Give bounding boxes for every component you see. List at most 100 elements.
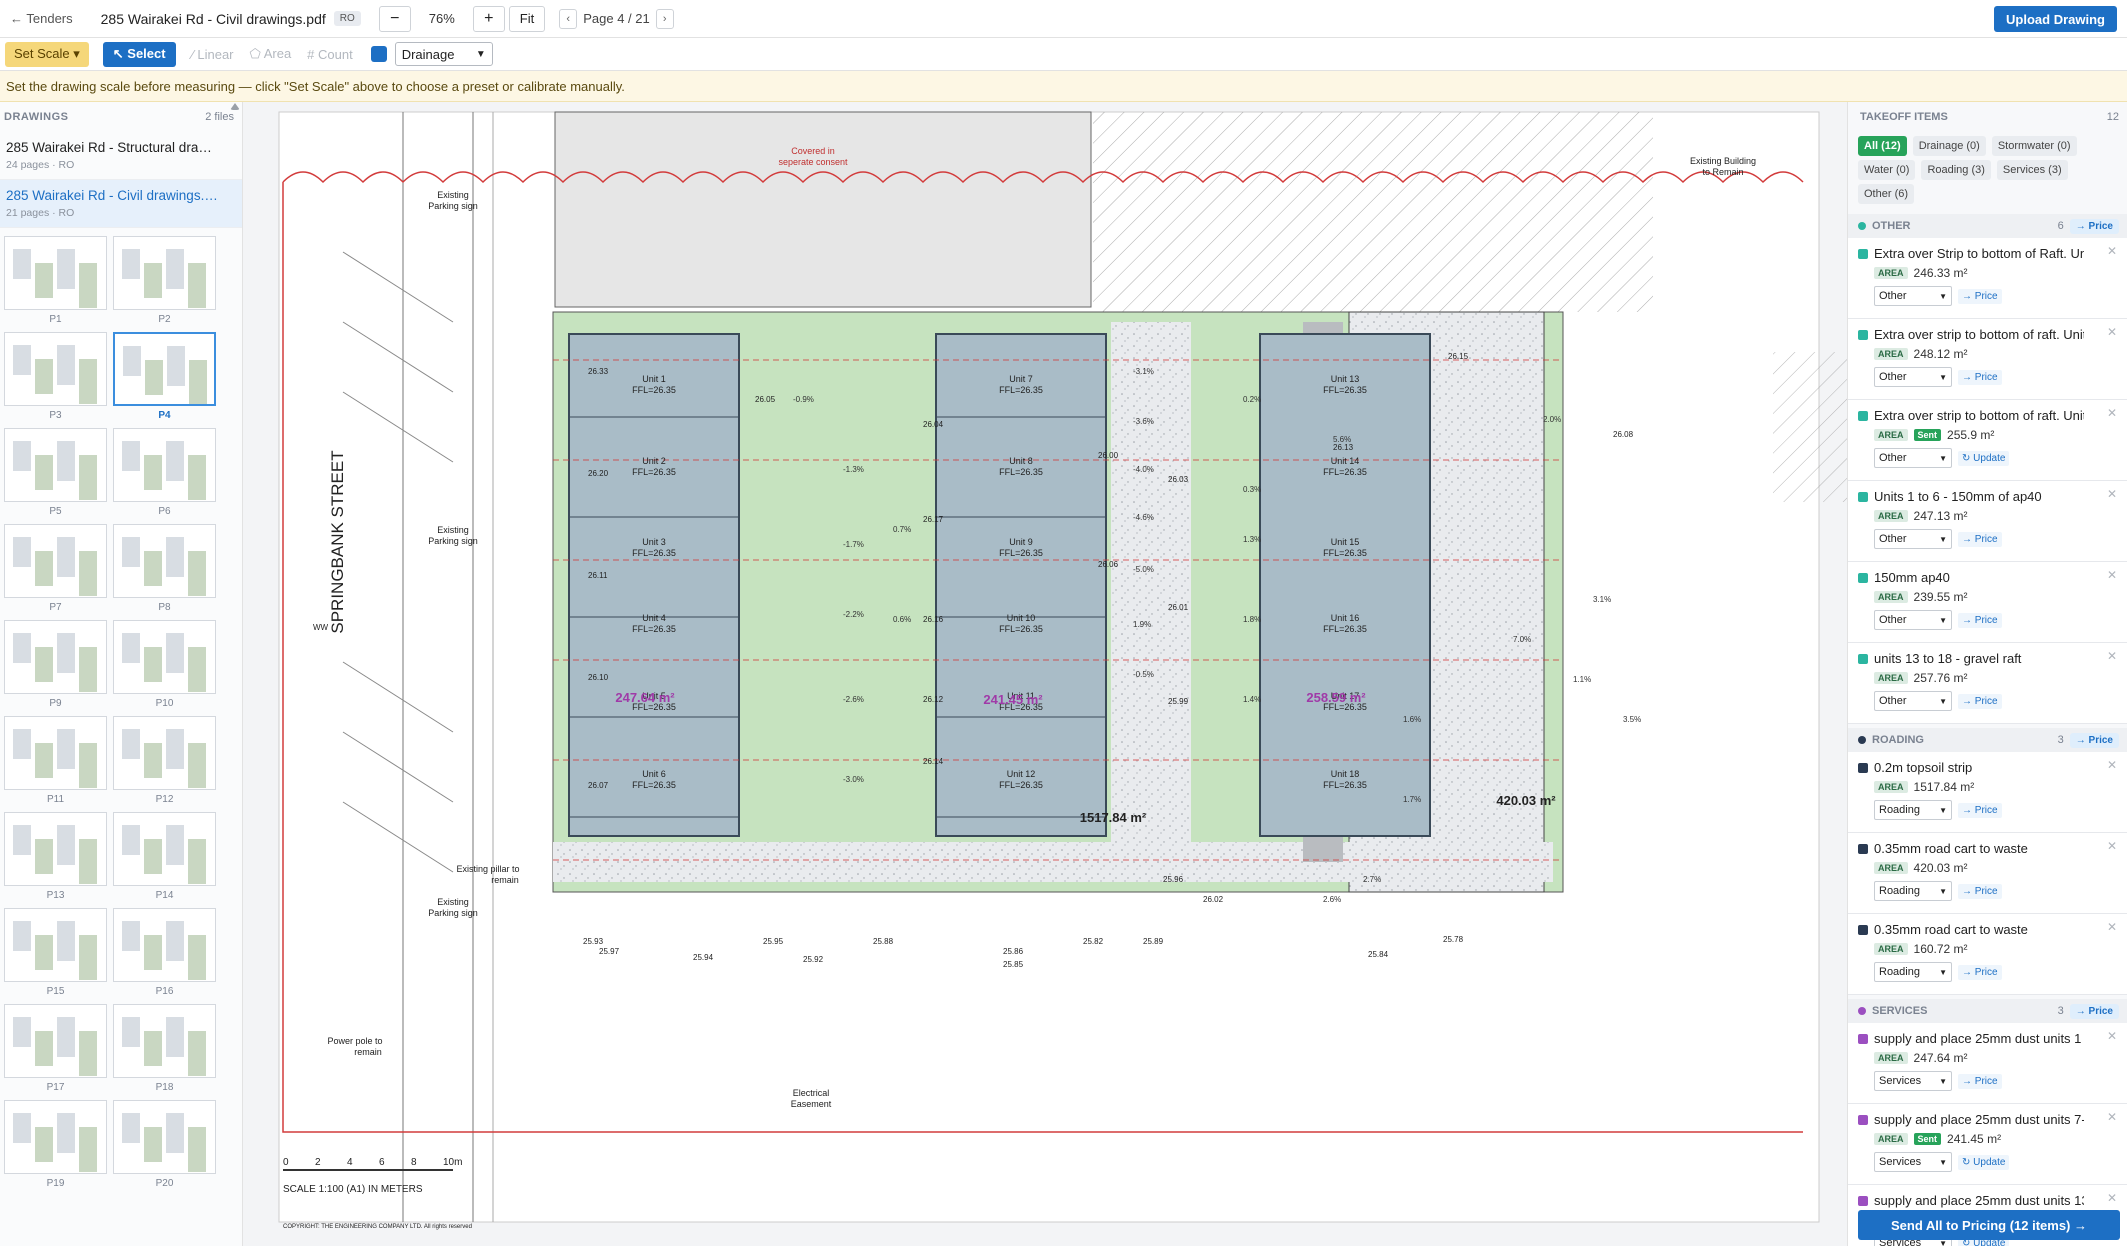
category-price-button[interactable]: → Price xyxy=(2069,218,2119,234)
zoom-in-button[interactable]: + xyxy=(472,5,505,32)
category-price-button[interactable]: → Price xyxy=(2069,732,2119,748)
send-all-to-pricing-button[interactable]: Send All to Pricing (12 items) → xyxy=(1858,1210,2120,1240)
zoom-out-button[interactable]: − xyxy=(378,5,411,32)
linear-tool-button[interactable]: ⁄ Linear xyxy=(192,47,234,62)
page-thumb-p20[interactable]: P20 xyxy=(113,1100,216,1196)
drawing-file-structural[interactable]: 285 Wairakei Rd - Structural drawi... 24… xyxy=(0,132,242,180)
page-thumb-p2[interactable]: P2 xyxy=(113,236,216,332)
takeoff-item[interactable]: Extra over strip to bottom of raft. Unit… xyxy=(1848,400,2127,481)
page-thumb-p6[interactable]: P6 xyxy=(113,428,216,524)
price-button[interactable]: → Price xyxy=(1958,288,2002,304)
page-thumb-p14[interactable]: P14 xyxy=(113,812,216,908)
update-price-button[interactable]: ↻ Update xyxy=(1958,450,2010,466)
takeoff-item[interactable]: 0.2m topsoil strip ✕ AREA 1517.84 m² Roading… xyxy=(1848,752,2127,833)
item-category-select[interactable]: Other ▼ xyxy=(1874,286,1952,306)
drawing-canvas[interactable]: SPRINGBANK STREET Covered in seperate cons… xyxy=(243,102,1847,1246)
filter-chip[interactable]: Stormwater (0) xyxy=(1991,136,2077,156)
drawing-file-civil[interactable]: 285 Wairakei Rd - Civil drawings.pdf 21 … xyxy=(0,180,242,228)
upload-drawing-button[interactable]: Upload Drawing xyxy=(1994,6,2117,32)
delete-item-icon[interactable]: ✕ xyxy=(2107,920,2117,934)
delete-item-icon[interactable]: ✕ xyxy=(2107,758,2117,772)
filter-chip[interactable]: All (12) xyxy=(1858,136,1907,156)
takeoff-item[interactable]: supply and place 25mm dust units 1 - ✕ ARE… xyxy=(1848,1023,2127,1104)
select-tool-button[interactable]: ↖ Select xyxy=(102,41,176,67)
delete-item-icon[interactable]: ✕ xyxy=(2107,1191,2117,1205)
filter-chip[interactable]: Drainage (0) xyxy=(1912,136,1986,156)
category-price-button[interactable]: → Price xyxy=(2069,1003,2119,1019)
price-button[interactable]: → Price xyxy=(1958,802,2002,818)
delete-item-icon[interactable]: ✕ xyxy=(2107,839,2117,853)
price-button[interactable]: → Price xyxy=(1958,883,2002,899)
takeoff-item[interactable]: 0.35mm road cart to waste ✕ AREA 160.72 m² R… xyxy=(1848,914,2127,995)
page-thumb-p15[interactable]: P15 xyxy=(4,908,107,1004)
item-category-select[interactable]: Other ▼ xyxy=(1874,610,1952,630)
filter-chip[interactable]: Roading (3) xyxy=(1921,160,1991,180)
item-category-select[interactable]: Roading ▼ xyxy=(1874,962,1952,982)
site-plan[interactable]: SPRINGBANK STREET Covered inseperate cons… xyxy=(243,102,1847,1246)
delete-item-icon[interactable]: ✕ xyxy=(2107,325,2117,339)
grade-label: 2.6% xyxy=(1323,895,1341,904)
filter-chip[interactable]: Services (3) xyxy=(1996,160,2068,180)
category-count: 3 xyxy=(2057,1005,2064,1017)
item-category-select[interactable]: Services ▼ xyxy=(1874,1152,1952,1172)
area-tool-button[interactable]: ⬠ Area xyxy=(250,46,292,62)
item-category-select[interactable]: Other ▼ xyxy=(1874,691,1952,711)
delete-item-icon[interactable]: ✕ xyxy=(2107,568,2117,582)
page-thumb-p11[interactable]: P11 xyxy=(4,716,107,812)
price-button[interactable]: → Price xyxy=(1958,1073,2002,1089)
delete-item-icon[interactable]: ✕ xyxy=(2107,1029,2117,1043)
item-quantity-row: AREA 248.12 m² xyxy=(1874,347,2119,361)
delete-item-icon[interactable]: ✕ xyxy=(2107,649,2117,663)
trade-select[interactable]: Drainage ▼ xyxy=(394,42,493,66)
next-page-button[interactable]: › xyxy=(655,8,674,29)
item-category-select[interactable]: Other ▼ xyxy=(1874,367,1952,387)
page-thumb-p7[interactable]: P7 xyxy=(4,524,107,620)
page-thumb-p4[interactable]: P4 xyxy=(113,332,216,428)
delete-item-icon[interactable]: ✕ xyxy=(2107,1110,2117,1124)
item-category-select[interactable]: Other ▼ xyxy=(1874,529,1952,549)
page-thumb-p5[interactable]: P5 xyxy=(4,428,107,524)
takeoff-item[interactable]: Extra over strip to bottom of raft. Unit… xyxy=(1848,319,2127,400)
price-button[interactable]: → Price xyxy=(1958,964,2002,980)
item-category-select[interactable]: Services ▼ xyxy=(1874,1071,1952,1091)
takeoff-item[interactable]: supply and place 25mm dust units 7-1 ✕ ARE… xyxy=(1848,1104,2127,1185)
page-thumb-p17[interactable]: P17 xyxy=(4,1004,107,1100)
page-thumb-p19[interactable]: P19 xyxy=(4,1100,107,1196)
page-preview-block xyxy=(57,441,75,481)
page-thumb-p10[interactable]: P10 xyxy=(113,620,216,716)
prev-page-button[interactable]: ‹ xyxy=(559,8,578,29)
takeoff-item[interactable]: units 13 to 18 - gravel raft ✕ AREA 257.76 … xyxy=(1848,643,2127,724)
page-thumb-p12[interactable]: P12 xyxy=(113,716,216,812)
delete-item-icon[interactable]: ✕ xyxy=(2107,244,2117,258)
update-price-button[interactable]: ↻ Update xyxy=(1958,1154,2010,1170)
price-button[interactable]: → Price xyxy=(1958,693,2002,709)
set-scale-button[interactable]: Set Scale ▾ xyxy=(5,41,89,67)
delete-item-icon[interactable]: ✕ xyxy=(2107,487,2117,501)
back-to-tenders-link[interactable]: ← Tenders xyxy=(10,11,73,26)
filter-chip[interactable]: Other (6) xyxy=(1858,184,1915,204)
page-preview xyxy=(113,428,216,502)
price-button[interactable]: → Price xyxy=(1958,531,2002,547)
page-thumb-p16[interactable]: P16 xyxy=(113,908,216,1004)
price-button[interactable]: → Price xyxy=(1958,612,2002,628)
takeoff-item[interactable]: Extra over Strip to bottom of Raft. Unit… xyxy=(1848,238,2127,319)
page-thumb-p3[interactable]: P3 xyxy=(4,332,107,428)
price-button[interactable]: → Price xyxy=(1958,369,2002,385)
takeoff-item[interactable]: 0.35mm road cart to waste ✕ AREA 420.03 m² R… xyxy=(1848,833,2127,914)
count-tool-button[interactable]: # Count xyxy=(307,47,353,62)
page-thumb-p1[interactable]: P1 xyxy=(4,236,107,332)
page-thumb-p18[interactable]: P18 xyxy=(113,1004,216,1100)
item-category-select[interactable]: Roading ▼ xyxy=(1874,800,1952,820)
fit-button[interactable]: Fit xyxy=(508,5,546,32)
page-thumb-p13[interactable]: P13 xyxy=(4,812,107,908)
delete-item-icon[interactable]: ✕ xyxy=(2107,406,2117,420)
item-category-select[interactable]: Other ▼ xyxy=(1874,448,1952,468)
filter-chip[interactable]: Water (0) xyxy=(1858,160,1916,180)
takeoff-item[interactable]: Units 1 to 6 - 150mm of ap40 ✕ AREA 247.13 … xyxy=(1848,481,2127,562)
item-category-select[interactable]: Roading ▼ xyxy=(1874,881,1952,901)
takeoff-item[interactable]: 150mm ap40 ✕ AREA 239.55 m² Other ▼ → Price xyxy=(1848,562,2127,643)
page-thumb-p9[interactable]: P9 xyxy=(4,620,107,716)
page-thumb-p8[interactable]: P8 xyxy=(113,524,216,620)
color-swatch[interactable] xyxy=(370,46,387,62)
scroll-up-icon[interactable] xyxy=(230,102,240,110)
